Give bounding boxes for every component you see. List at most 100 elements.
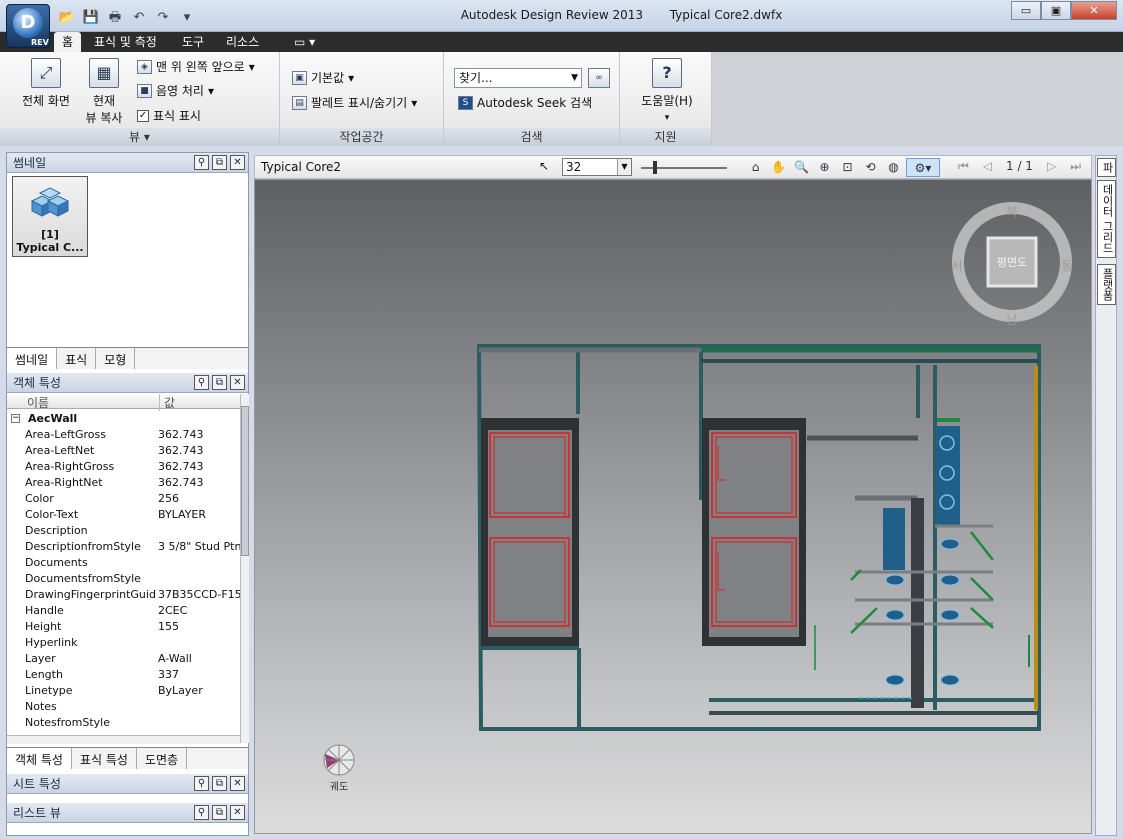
viewcube[interactable]: 평면도 북 남 서 동 [951, 202, 1073, 327]
float-icon[interactable]: ⧉ [212, 155, 227, 170]
tab-home[interactable]: 홈 [54, 32, 82, 52]
tab-platform[interactable]: 플랫폼 [1097, 264, 1116, 305]
application-menu-button[interactable]: D REV [6, 4, 50, 48]
tab-tools[interactable]: 도구 [174, 32, 212, 52]
tab-markup-properties[interactable]: 표식 특성 [72, 748, 137, 769]
property-row[interactable]: DocumentsfromStyle [7, 571, 240, 587]
property-row[interactable]: Linetype ByLayer [7, 683, 240, 699]
turntable-icon[interactable]: ◍ [883, 158, 904, 177]
ribbon-minimize-toggle-icon[interactable]: ▭ ▾ [286, 32, 323, 52]
property-row[interactable]: Height 155 [7, 619, 240, 635]
seek-icon: S [458, 95, 473, 110]
properties-vertical-scrollbar[interactable] [240, 394, 249, 743]
tab-data-grid[interactable]: 데이터 그리드 [1097, 180, 1116, 258]
property-row[interactable]: Length 337 [7, 667, 240, 683]
orbit-icon[interactable]: ⟲ [860, 158, 881, 177]
previous-page-icon[interactable]: ◁ [983, 159, 992, 174]
chevron-down-icon[interactable]: ▼ [617, 159, 631, 175]
show-markup-checkbox[interactable]: ✓ 표식 표시 [137, 107, 201, 124]
view-panel: ⤢ 전체 화면 ▦ 현재 뷰 복사 ◈ 맨 위 왼쪽 앞으로 ▾ ■ 음영 처리… [0, 52, 280, 146]
object-properties-header: 객체 특성 ⚲ ⧉ ✕ [7, 373, 248, 393]
float-icon[interactable]: ⧉ [212, 375, 227, 390]
property-row[interactable]: Area-RightGross 362.743 [7, 459, 240, 475]
close-icon[interactable]: ✕ [230, 805, 245, 820]
viewcube-south-label[interactable]: 남 [1006, 313, 1017, 327]
properties-horizontal-scrollbar[interactable] [7, 735, 240, 744]
pin-icon[interactable]: ⚲ [194, 155, 209, 170]
property-row[interactable]: Color-Text BYLAYER [7, 507, 240, 523]
tab-right-1[interactable]: 파 [1097, 158, 1116, 177]
pin-icon[interactable]: ⚲ [194, 776, 209, 791]
thumbnail-item[interactable]: [1] Typical C... [12, 176, 88, 257]
section-tool-icon[interactable]: ⚙▾ [906, 158, 940, 177]
viewcube-west-label[interactable]: 서 [951, 259, 962, 273]
close-button[interactable]: ✕ [1071, 1, 1117, 20]
minimize-button[interactable]: ▭ [1011, 1, 1041, 20]
tab-model[interactable]: 모형 [96, 348, 136, 369]
first-page-icon[interactable]: ⏮ [958, 159, 969, 174]
property-row[interactable]: Area-LeftGross 362.743 [7, 427, 240, 443]
collapse-icon[interactable]: − [11, 414, 20, 423]
home-icon[interactable]: ⌂ [745, 158, 766, 177]
column-name[interactable]: 이름 [27, 394, 49, 411]
zoom-slider[interactable] [641, 161, 727, 174]
property-row[interactable]: Documents [7, 555, 240, 571]
property-row[interactable]: DescriptionfromStyle 3 5/8" Stud Ptn. [7, 539, 240, 555]
viewcube-east-label[interactable]: 동 [1061, 259, 1072, 273]
viewcube-north-label[interactable]: 북 [1006, 205, 1017, 219]
property-row[interactable]: Notes [7, 699, 240, 715]
chevron-down-icon[interactable]: ▼ [571, 69, 578, 87]
zoom-rectangle-icon[interactable]: ⊕ [814, 158, 835, 177]
tab-object-properties[interactable]: 객체 특성 [7, 748, 72, 769]
workspace-icon: ▣ [292, 70, 307, 85]
property-row[interactable]: Area-RightNet 362.743 [7, 475, 240, 491]
close-icon[interactable]: ✕ [230, 776, 245, 791]
close-icon[interactable]: ✕ [230, 375, 245, 390]
next-page-icon[interactable]: ▷ [1047, 159, 1056, 174]
property-row[interactable]: Hyperlink [7, 635, 240, 651]
palette-toggle-button[interactable]: ▤ 팔레트 표시/숨기기 ▾ [292, 94, 417, 111]
property-row[interactable]: Area-LeftNet 362.743 [7, 443, 240, 459]
float-icon[interactable]: ⧉ [212, 776, 227, 791]
tab-layers[interactable]: 도면층 [137, 748, 188, 769]
drawing-canvas[interactable]: 평면도 북 남 서 동 궤도 [254, 179, 1092, 834]
shading-button[interactable]: ■ 음영 처리 ▾ [137, 82, 214, 99]
front-top-left-button[interactable]: ◈ 맨 위 왼쪽 앞으로 ▾ [137, 58, 255, 75]
find-binoculars-button[interactable]: ∞ [588, 68, 610, 88]
property-row[interactable]: Handle 2CEC [7, 603, 240, 619]
select-cursor-icon[interactable]: ↖ [539, 159, 549, 173]
zoom-icon[interactable]: 🔍 [791, 158, 812, 177]
property-value: A-Wall [158, 652, 192, 665]
close-icon[interactable]: ✕ [230, 155, 245, 170]
column-value[interactable]: 값 [159, 394, 175, 411]
scrollbar-thumb[interactable] [241, 406, 249, 556]
tab-thumbnails[interactable]: 썸네일 [7, 348, 58, 369]
property-row[interactable]: Description [7, 523, 240, 539]
tab-resources[interactable]: 리소스 [218, 32, 267, 52]
view-panel-label[interactable]: 뷰 ▾ [0, 128, 279, 146]
pin-icon[interactable]: ⚲ [194, 375, 209, 390]
property-row[interactable]: Layer A-Wall [7, 651, 240, 667]
last-page-icon[interactable]: ⏭ [1070, 159, 1081, 174]
default-workspace-button[interactable]: ▣ 기본값 ▾ [292, 69, 354, 86]
float-icon[interactable]: ⧉ [212, 805, 227, 820]
zoom-level-select[interactable]: 32 ▼ [562, 158, 632, 176]
property-group[interactable]: − AecWall [7, 411, 240, 427]
viewcube-face-label[interactable]: 평면도 [997, 256, 1027, 269]
full-screen-button[interactable]: ⤢ 전체 화면 [14, 58, 78, 109]
help-button[interactable]: ? 도움말(H) ▾ [632, 58, 702, 123]
fit-to-window-icon[interactable]: ⊡ [837, 158, 858, 177]
pan-hand-icon[interactable]: ✋ [768, 158, 789, 177]
pin-icon[interactable]: ⚲ [194, 805, 209, 820]
property-row[interactable]: NotesfromStyle [7, 715, 240, 731]
tab-markups[interactable]: 표식 [57, 348, 97, 369]
maximize-button[interactable]: ▣ [1041, 1, 1071, 20]
find-input[interactable]: 찾기... ▼ [454, 68, 582, 88]
property-row[interactable]: Color 256 [7, 491, 240, 507]
copy-current-view-button[interactable]: ▦ 현재 뷰 복사 [80, 58, 128, 126]
zoom-slider-handle[interactable] [653, 161, 657, 174]
property-row[interactable]: DrawingFingerprintGuid37B35CCD-F15F- [7, 587, 240, 603]
autodesk-seek-button[interactable]: S Autodesk Seek 검색 [458, 94, 592, 111]
tab-markup-measure[interactable]: 표식 및 측정 [86, 32, 165, 52]
orbit-control[interactable]: 궤도 [323, 744, 355, 793]
